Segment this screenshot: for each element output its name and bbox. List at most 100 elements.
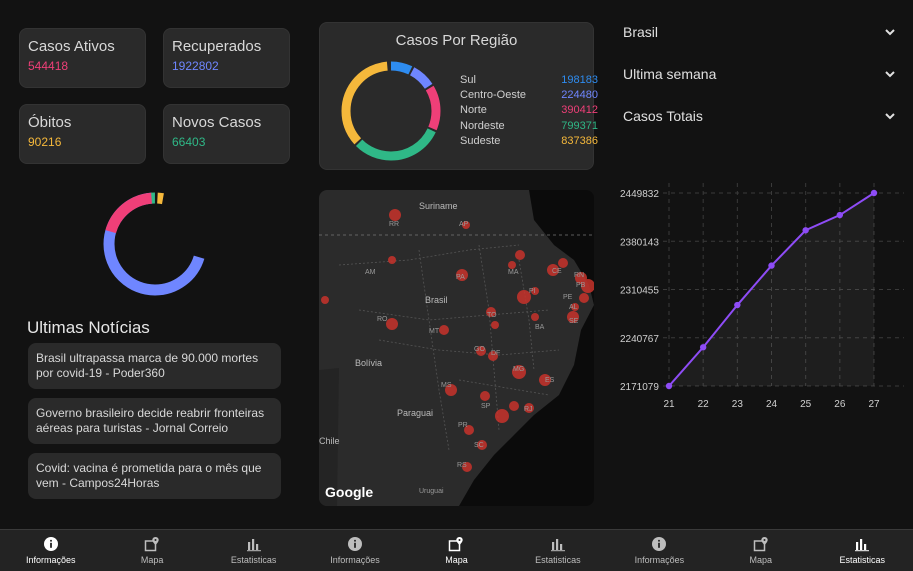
metric-dropdown-value: Casos Totais	[623, 108, 703, 124]
news-item[interactable]: Covid: vacina é prometida para o mês que…	[28, 453, 281, 499]
nav-item-estatisticas[interactable]: Estatisticas	[203, 530, 304, 571]
google-logo: Google	[325, 484, 374, 500]
nav-item-informacoes[interactable]: Informações	[0, 530, 101, 571]
nav-item-mapa[interactable]: Mapa	[406, 530, 507, 571]
map-icon	[753, 537, 768, 552]
bottom-navigation: Informações Mapa Estatisticas Informaçõe…	[0, 529, 913, 571]
legend-value: 224480	[561, 89, 598, 102]
nav-item-label: Mapa	[140, 555, 164, 565]
legend-value: 198183	[561, 73, 598, 86]
map-label-sc: SC	[474, 442, 484, 449]
stat-card-ativos: Casos Ativos 544418	[19, 28, 146, 88]
nav-item-informacoes[interactable]: Informações	[609, 530, 710, 571]
nav-item-mapa[interactable]: Mapa	[710, 530, 811, 571]
legend-row: Sudeste 837386	[460, 134, 598, 149]
stat-card-novos: Novos Casos 66403	[163, 104, 290, 164]
map-label-pi: PI	[529, 288, 536, 295]
location-dropdown[interactable]: Brasil	[615, 13, 905, 51]
y-tick-label: 2171079	[620, 382, 659, 393]
legend-row: Centro-Oeste 224480	[460, 87, 598, 102]
x-tick-label: 25	[800, 399, 812, 410]
stat-card-recuperados: Recuperados 1922802	[163, 28, 290, 88]
x-tick-label: 21	[663, 399, 675, 410]
stat-label: Novos Casos	[172, 114, 262, 131]
map-label-rr: RR	[389, 221, 400, 228]
regiao-donut-chart	[341, 61, 441, 161]
chevron-down-icon	[885, 113, 895, 120]
news-item[interactable]: Governo brasileiro decide reabrir fronte…	[28, 398, 281, 444]
legend-value: 390412	[561, 104, 598, 117]
data-point	[734, 301, 741, 309]
map-label-pb: PB	[576, 282, 586, 289]
map-label-am: AM	[365, 269, 376, 276]
data-point	[699, 344, 707, 351]
stat-value: 66403	[172, 135, 206, 149]
data-point	[870, 189, 878, 197]
map-label-ro: RO	[377, 316, 388, 323]
map-label-df: DF	[491, 350, 501, 357]
map-label-chile: Chile	[319, 436, 340, 446]
x-tick-label: 26	[834, 399, 846, 410]
stat-value: 90216	[28, 135, 62, 149]
legend-name: Sul	[460, 73, 476, 86]
y-tick-label: 2310455	[620, 286, 659, 297]
legend-row: Nordeste 799371	[460, 118, 598, 133]
map-label-sp: SP	[481, 403, 491, 410]
map-label-ba: BA	[535, 324, 545, 331]
map-label-es: ES	[545, 377, 555, 384]
metric-dropdown[interactable]: Casos Totais	[615, 97, 905, 135]
nav-item-estatisticas[interactable]: Estatisticas	[812, 530, 913, 571]
data-point	[768, 262, 775, 269]
nav-item-estatisticas[interactable]: Estatisticas	[507, 530, 608, 571]
nav-item-mapa[interactable]: Mapa	[101, 530, 202, 571]
data-point	[665, 382, 673, 390]
nav-item-label: Mapa	[445, 555, 468, 565]
map-label-se: SE	[569, 318, 579, 325]
data-point	[802, 227, 809, 234]
y-tick-label: 2380143	[620, 237, 659, 248]
brazil-landmass	[319, 190, 594, 506]
nav-item-informacoes[interactable]: Informações	[304, 530, 405, 571]
news-item[interactable]: Brasil ultrapassa marca de 90.000 mortes…	[28, 343, 281, 389]
map-label-to: TO	[487, 312, 497, 319]
legend-name: Nordeste	[460, 119, 505, 132]
x-tick-label: 23	[732, 399, 744, 410]
regiao-legend: Sul 198183 Centro-Oeste 224480 Norte 390412…	[460, 72, 598, 149]
stat-card-obitos: Óbitos 90216	[19, 104, 146, 164]
stat-value: 544418	[28, 59, 69, 73]
bar-chart-icon	[855, 539, 870, 552]
map-label-bolivia: Bolívia	[355, 358, 383, 368]
map-label-paraguai: Paraguai	[397, 408, 434, 418]
cases-map[interactable]: Suriname RR AP AM PA MA CE RN PB PI PE A…	[319, 190, 594, 506]
nav-item-label: Informações	[330, 555, 380, 565]
map-label-ma: MA	[508, 269, 519, 276]
x-tick-label: 27	[868, 399, 880, 410]
map-label-mt: MT	[429, 328, 440, 335]
legend-name: Norte	[460, 104, 487, 117]
nav-item-label: Informações	[634, 555, 685, 565]
nav-item-label: Mapa	[749, 555, 773, 565]
map-label-pe: PE	[563, 294, 573, 301]
chevron-down-icon	[885, 71, 895, 78]
regiao-title: Casos Por Região	[395, 32, 518, 49]
location-dropdown-value: Brasil	[623, 24, 659, 40]
legend-value: 837386	[561, 135, 598, 148]
data-point	[836, 211, 844, 219]
map-icon	[144, 537, 159, 552]
y-tick-label: 2449832	[620, 189, 659, 200]
map-label-go: GO	[474, 346, 485, 353]
map-label-ms: MS	[441, 382, 452, 389]
map-label-rn: RN	[574, 272, 585, 279]
legend-value: 799371	[561, 119, 598, 132]
x-tick-label: 24	[766, 399, 778, 410]
nav-item-label: Informações	[25, 555, 76, 565]
cases-line-chart: 2449832 2380143 2310455 2240767 2171079 21 22 2…	[620, 183, 904, 410]
chevron-down-icon	[885, 29, 895, 36]
legend-row: Sul 198183	[460, 72, 598, 87]
period-dropdown[interactable]: Ultima semana	[615, 55, 905, 93]
regiao-card: Casos Por Região Sul 198183 Centro-Oeste 2…	[319, 22, 598, 170]
info-icon	[43, 537, 58, 551]
map-label-suriname: Suriname	[419, 201, 458, 211]
bar-chart-icon	[550, 539, 565, 552]
bar-chart-icon	[246, 539, 261, 552]
